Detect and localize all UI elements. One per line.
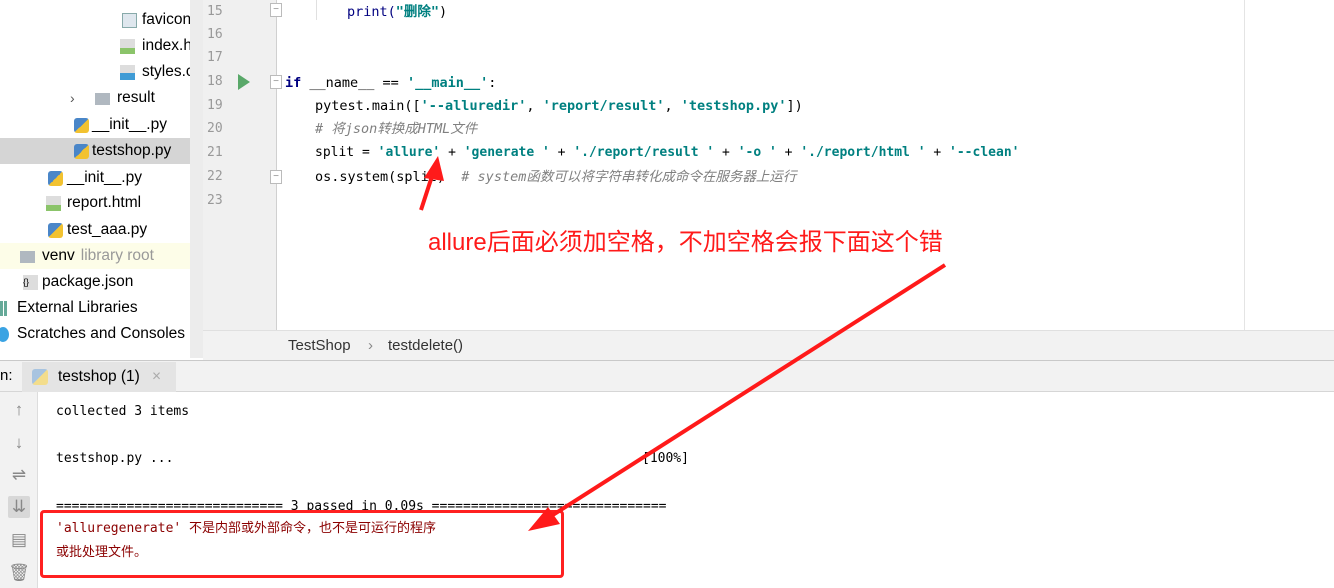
scratches-icon xyxy=(0,327,9,342)
error-highlight-box xyxy=(40,510,564,578)
tree-item[interactable]: __init__.py xyxy=(0,165,203,191)
fold-marker-icon[interactable]: − xyxy=(270,3,282,17)
run-toolbar: n: xyxy=(0,360,1334,392)
run-label: n: xyxy=(0,367,13,384)
html-file-icon xyxy=(46,196,61,211)
line-number: 23 xyxy=(207,193,223,208)
soft-wrap-icon[interactable]: ⇌ xyxy=(8,464,30,486)
run-tab-testshop[interactable]: testshop (1) × xyxy=(22,362,176,392)
line-number: 19 xyxy=(207,98,223,113)
library-icon xyxy=(0,301,8,316)
image-file-icon xyxy=(122,13,137,28)
close-tab-icon[interactable]: × xyxy=(152,362,161,392)
python-file-icon xyxy=(48,171,63,186)
arrow-up-icon[interactable]: ↑ xyxy=(8,399,30,421)
tree-item-venv[interactable]: venv library root xyxy=(0,243,203,269)
code-line-20: # 将json转换成HTML文件 xyxy=(315,121,478,137)
print-icon[interactable]: ▤ xyxy=(8,529,30,551)
scroll-to-end-icon[interactable]: ⇊ xyxy=(8,496,30,518)
fold-line xyxy=(276,0,277,330)
line-number: 20 xyxy=(207,121,223,136)
folder-icon xyxy=(20,251,35,263)
arrow-down-icon[interactable]: ↓ xyxy=(8,432,30,454)
line-number: 22 xyxy=(207,169,223,184)
code-line-15: print("删除") xyxy=(347,4,448,20)
project-tree: favicon.ico index.html styles.css ›resul… xyxy=(0,0,203,358)
code-line-18: if __name__ == '__main__': xyxy=(285,75,497,91)
tree-scrollbar[interactable] xyxy=(190,0,203,358)
breadcrumb-separator: › xyxy=(368,337,373,354)
code-line-19: pytest.main(['--alluredir', 'report/resu… xyxy=(315,98,803,114)
json-file-icon: {} xyxy=(23,275,38,290)
console-toolbar: ↑ ↓ ⇌ ⇊ ▤ 🗑 xyxy=(0,392,38,588)
tree-item-selected[interactable]: testshop.py xyxy=(0,138,203,164)
run-gutter-icon[interactable] xyxy=(238,74,250,90)
tree-item[interactable]: {} package.json xyxy=(0,269,203,295)
tree-item[interactable]: report.html xyxy=(0,190,203,216)
console-line: testshop.py ... xyxy=(56,451,174,466)
breadcrumb-method[interactable]: testdelete() xyxy=(388,331,463,361)
fold-marker-icon[interactable]: − xyxy=(270,170,282,184)
console-line: collected 3 items xyxy=(56,404,190,419)
tree-item[interactable]: favicon.ico xyxy=(0,7,203,33)
tree-item-result[interactable]: › result xyxy=(0,85,203,111)
tree-item[interactable]: test_aaa.py xyxy=(0,217,203,243)
python-file-icon xyxy=(48,223,63,238)
tree-item-external-libraries[interactable]: External Libraries xyxy=(0,295,203,321)
code-line-22: os.system(split) # system函数可以将字符串转化成命令在服… xyxy=(315,169,797,185)
annotation-text: allure后面必须加空格，不加空格会报下面这个错 xyxy=(428,229,943,256)
python-file-icon xyxy=(74,118,89,133)
code-editor[interactable] xyxy=(277,0,1334,330)
right-margin-guide xyxy=(1244,0,1245,330)
python-icon xyxy=(32,369,48,385)
fold-marker-icon[interactable]: − xyxy=(270,75,282,89)
line-number: 17 xyxy=(207,50,223,65)
line-number: 15 xyxy=(207,4,223,19)
breadcrumb-class[interactable]: TestShop xyxy=(288,331,351,361)
tree-item-scratches[interactable]: Scratches and Consoles xyxy=(0,321,203,347)
code-line-21: split = 'allure' + 'generate ' + './repo… xyxy=(315,145,1020,160)
python-file-icon xyxy=(74,144,89,159)
indent-guide xyxy=(316,0,317,20)
run-tab-label: testshop (1) xyxy=(58,368,140,385)
tree-item[interactable]: index.html xyxy=(0,33,203,59)
console-progress: [100%] xyxy=(642,451,689,466)
tree-item[interactable]: __init__.py xyxy=(0,112,203,138)
trash-icon[interactable]: 🗑 xyxy=(8,562,30,584)
folder-icon xyxy=(95,93,110,105)
css-file-icon xyxy=(120,65,135,80)
html-file-icon xyxy=(120,39,135,54)
line-number: 21 xyxy=(207,145,223,160)
breadcrumb: TestShop › testdelete() xyxy=(203,330,1334,360)
tree-item[interactable]: styles.css xyxy=(0,59,203,85)
line-number: 18 xyxy=(207,74,223,89)
chevron-right-icon[interactable]: › xyxy=(70,85,75,111)
line-number: 16 xyxy=(207,27,223,42)
